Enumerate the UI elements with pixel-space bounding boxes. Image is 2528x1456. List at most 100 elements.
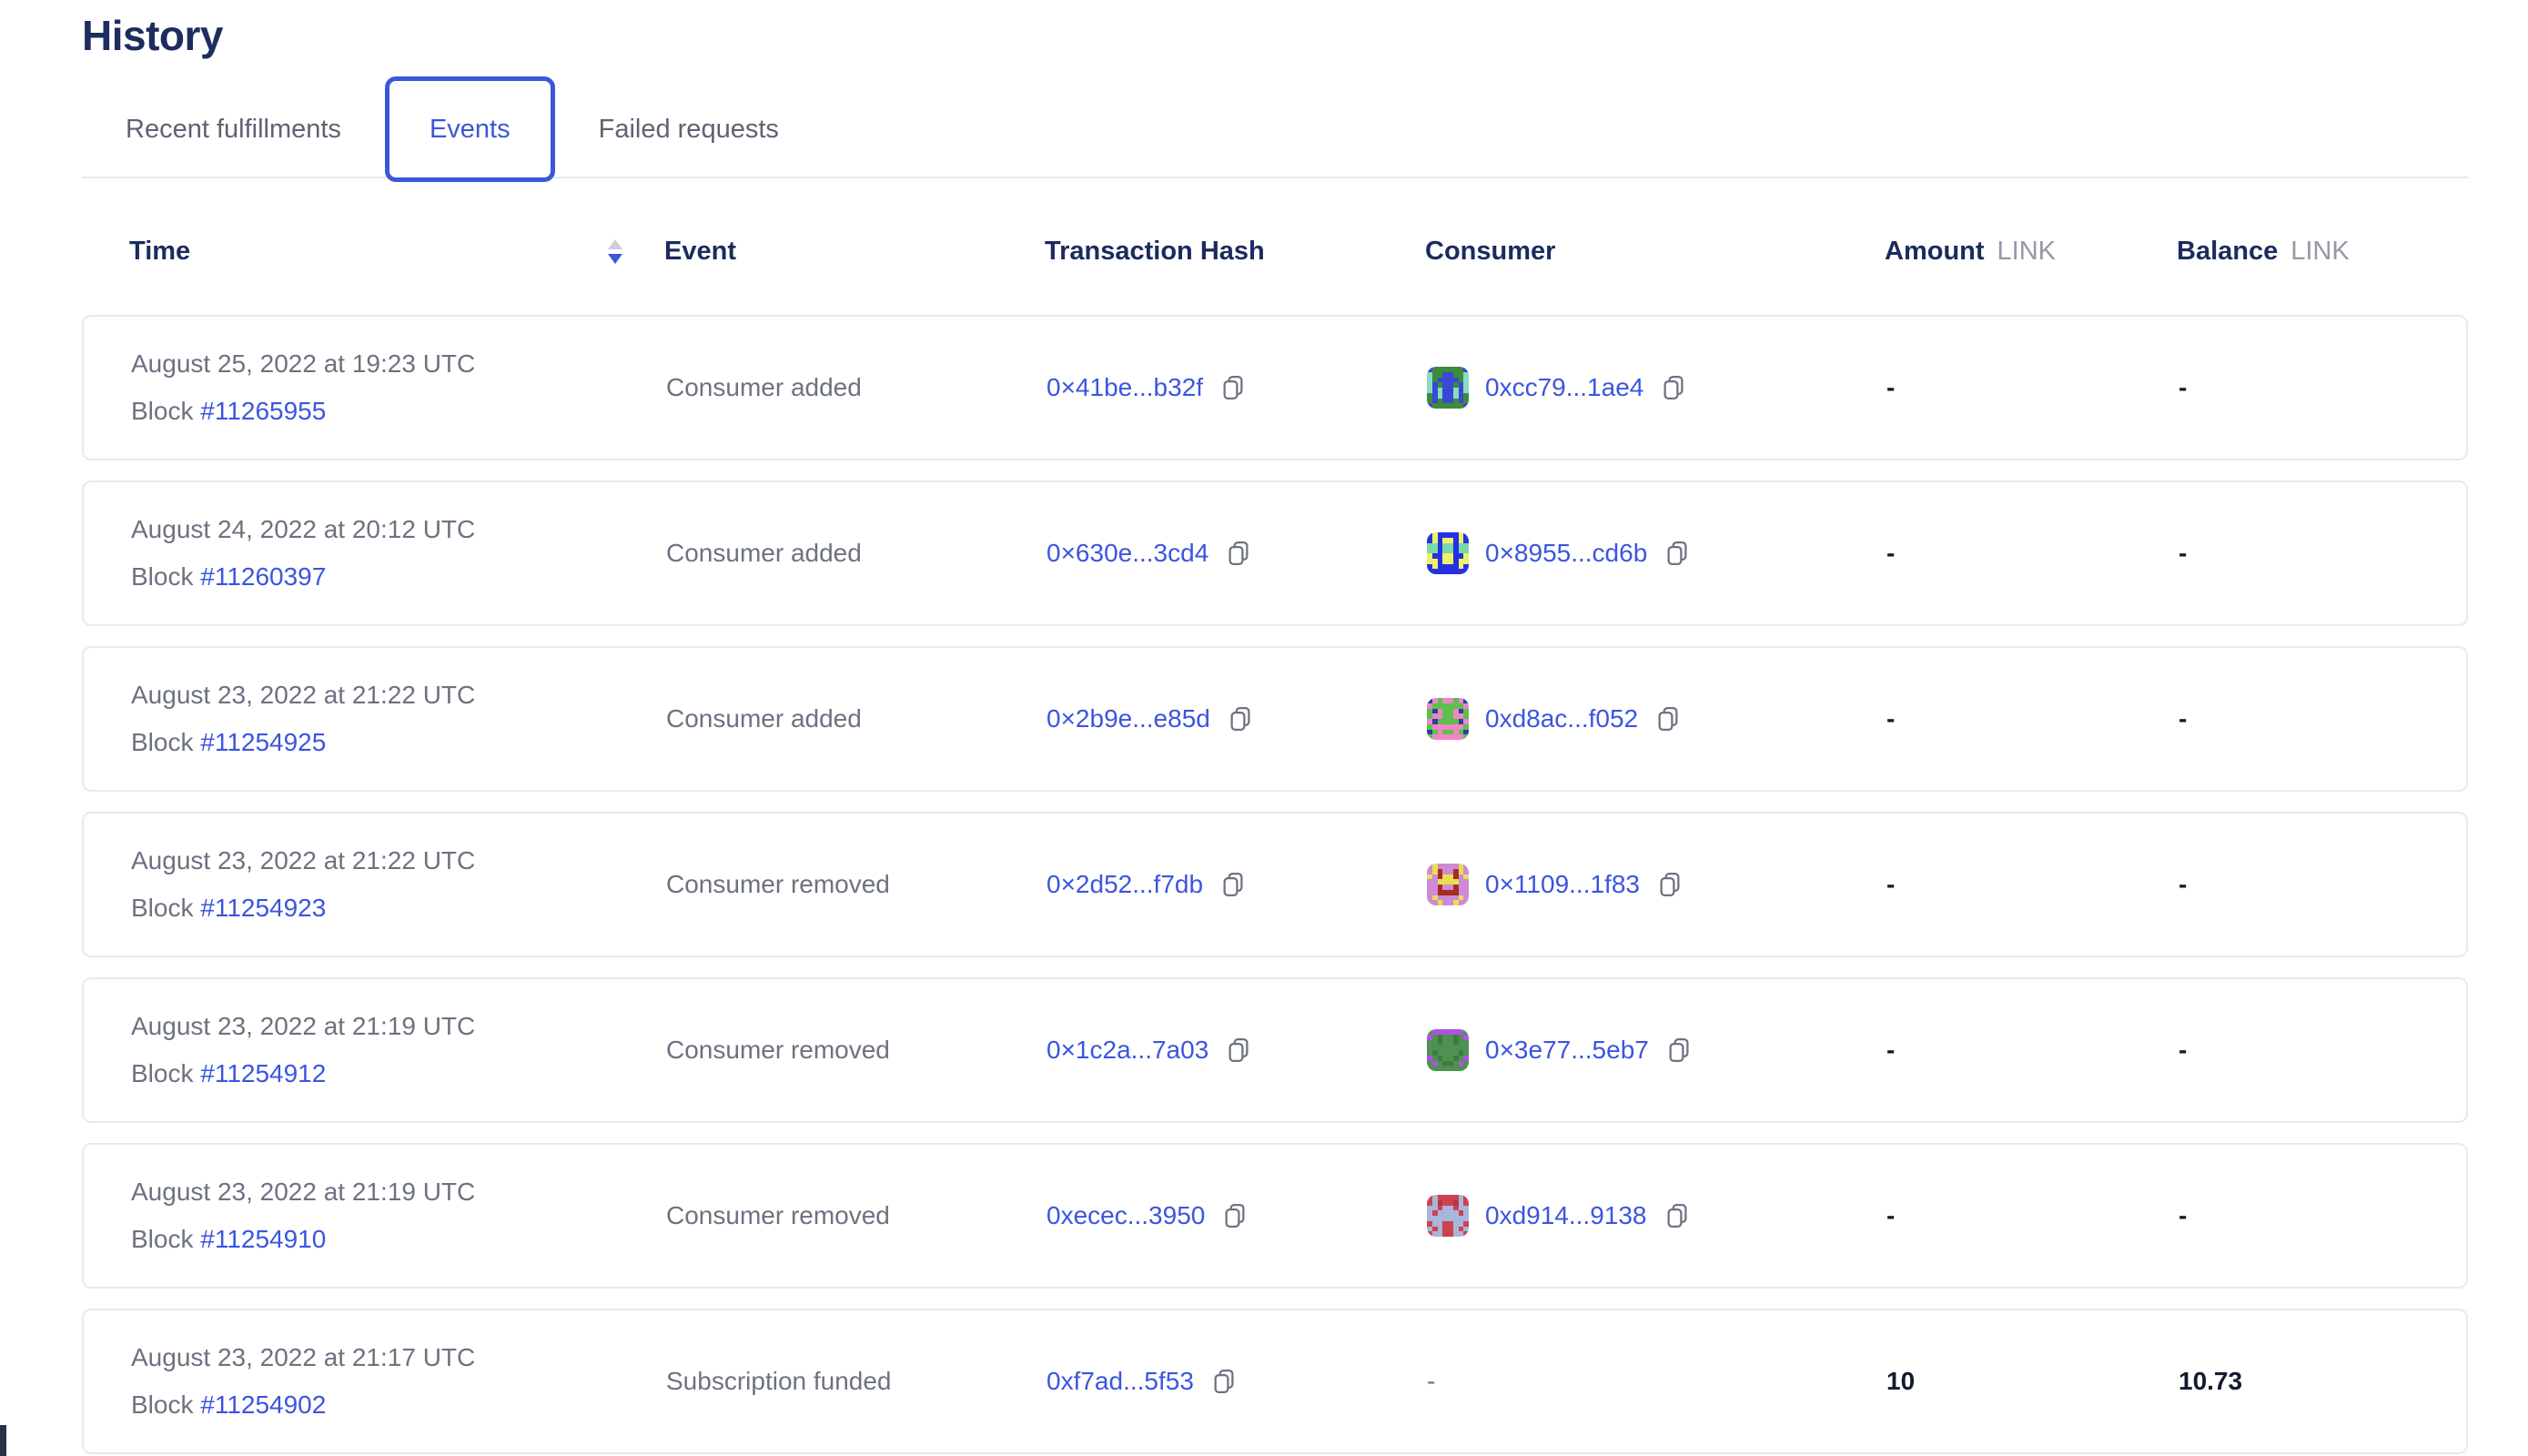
block-number-link[interactable]: #11254923 [200,894,326,922]
column-header-time[interactable]: Time [82,237,664,267]
table-body: August 25, 2022 at 19:23 UTC Block #1126… [82,315,2468,1454]
balance-value: - [2179,539,2466,568]
transaction-hash-cell: 0xecec...3950 [1047,1201,1427,1230]
copy-icon[interactable] [1219,871,1247,898]
event-row: August 23, 2022 at 21:22 UTC Block #1125… [82,646,2468,792]
consumer-avatar [1427,1195,1469,1237]
tab-events[interactable]: Events [385,76,555,182]
block-number-link[interactable]: #11254912 [200,1059,326,1087]
consumer-cell: 0×1109...1f83 [1427,864,1886,905]
block-label: Block [131,1225,193,1253]
transaction-hash-link[interactable]: 0xecec...3950 [1047,1201,1205,1230]
transaction-hash-link[interactable]: 0×41be...b32f [1047,373,1203,402]
copy-icon[interactable] [1654,705,1682,733]
consumer-avatar [1427,532,1469,574]
block-line: Block #11254910 [131,1225,666,1254]
balance-value: - [2179,373,2466,402]
copy-icon[interactable] [1656,871,1684,898]
event-timestamp: August 23, 2022 at 21:22 UTC [131,846,666,875]
copy-icon[interactable] [1227,705,1254,733]
scroll-indicator[interactable] [0,1425,6,1456]
consumer-cell: 0×8955...cd6b [1427,532,1886,574]
copy-icon[interactable] [1665,1036,1693,1064]
table-header: Time Event Transaction Hash Consumer Amo… [82,187,2468,315]
block-line: Block #11260397 [131,562,666,592]
event-type: Consumer removed [666,870,1047,899]
event-timestamp: August 24, 2022 at 20:12 UTC [131,515,666,544]
transaction-hash-cell: 0×41be...b32f [1047,373,1427,402]
copy-icon[interactable] [1225,1036,1252,1064]
transaction-hash-link[interactable]: 0xf7ad...5f53 [1047,1367,1194,1396]
block-label: Block [131,894,193,922]
amount-value: - [1886,373,2179,402]
consumer-avatar [1427,864,1469,905]
block-line: Block #11265955 [131,397,666,426]
column-header-balance: BalanceLINK [2177,237,2468,267]
consumer-cell: 0xcc79...1ae4 [1427,367,1886,409]
balance-unit-label: LINK [2290,237,2349,266]
block-number-link[interactable]: #11265955 [200,397,326,425]
tab-recent-fulfillments[interactable]: Recent fulfillments [126,115,341,145]
column-header-transaction-hash: Transaction Hash [1045,237,1425,267]
copy-icon[interactable] [1210,1368,1238,1395]
copy-icon[interactable] [1225,540,1252,567]
block-number-link[interactable]: #11260397 [200,562,326,591]
consumer-address-link[interactable]: 0×8955...cd6b [1485,539,1647,568]
transaction-hash-link[interactable]: 0×630e...3cd4 [1047,539,1208,568]
consumer-address-link[interactable]: 0xd914...9138 [1485,1201,1647,1230]
time-cell: August 24, 2022 at 20:12 UTC Block #1126… [84,515,666,592]
event-type: Consumer removed [666,1201,1047,1230]
consumer-address-link[interactable]: 0xcc79...1ae4 [1485,373,1643,402]
history-page: History Recent fulfillments Events Faile… [0,0,2528,1454]
copy-icon[interactable] [1219,374,1247,401]
consumer-cell: - [1427,1367,1886,1396]
transaction-hash-cell: 0×2b9e...e85d [1047,704,1427,733]
transaction-hash-link[interactable]: 0×2d52...f7db [1047,870,1203,899]
block-line: Block #11254925 [131,728,666,757]
event-timestamp: August 23, 2022 at 21:19 UTC [131,1012,666,1041]
copy-icon[interactable] [1663,540,1691,567]
amount-value: - [1886,539,2179,568]
amount-value: - [1886,1201,2179,1230]
consumer-cell: 0xd914...9138 [1427,1195,1886,1237]
sort-icon[interactable] [608,239,622,264]
balance-value: - [2179,704,2466,733]
consumer-cell: 0xd8ac...f052 [1427,698,1886,740]
event-row: August 24, 2022 at 20:12 UTC Block #1126… [82,480,2468,626]
column-header-amount: AmountLINK [1885,237,2177,267]
block-label: Block [131,562,193,591]
block-number-link[interactable]: #11254925 [200,728,326,756]
transaction-hash-link[interactable]: 0×2b9e...e85d [1047,704,1210,733]
tab-failed-requests[interactable]: Failed requests [599,115,779,145]
transaction-hash-link[interactable]: 0×1c2a...7a03 [1047,1036,1208,1065]
amount-value: - [1886,704,2179,733]
amount-value: - [1886,870,2179,899]
event-type: Consumer added [666,539,1047,568]
amount-value: - [1886,1036,2179,1065]
consumer-avatar [1427,367,1469,409]
event-row: August 23, 2022 at 21:19 UTC Block #1125… [82,977,2468,1123]
block-line: Block #11254923 [131,894,666,923]
consumer-address-link[interactable]: 0xd8ac...f052 [1485,704,1638,733]
sort-asc-arrow-icon [608,239,622,249]
event-type: Subscription funded [666,1367,1047,1396]
copy-icon[interactable] [1221,1202,1249,1229]
consumer-address-link[interactable]: 0×1109...1f83 [1485,870,1640,899]
balance-value: - [2179,1036,2466,1065]
amount-unit-label: LINK [1997,237,2056,266]
balance-value: - [2179,870,2466,899]
time-cell: August 23, 2022 at 21:17 UTC Block #1125… [84,1343,666,1420]
event-timestamp: August 23, 2022 at 21:22 UTC [131,681,666,710]
block-number-link[interactable]: #11254910 [200,1225,326,1253]
transaction-hash-cell: 0×1c2a...7a03 [1047,1036,1427,1065]
column-header-event: Event [664,237,1045,267]
event-row: August 23, 2022 at 21:22 UTC Block #1125… [82,812,2468,957]
event-type: Consumer removed [666,1036,1047,1065]
consumer-address-link[interactable]: 0×3e77...5eb7 [1485,1036,1649,1065]
copy-icon[interactable] [1660,374,1687,401]
column-header-consumer: Consumer [1425,237,1885,267]
time-cell: August 23, 2022 at 21:22 UTC Block #1125… [84,681,666,757]
copy-icon[interactable] [1663,1202,1691,1229]
block-number-link[interactable]: #11254902 [200,1390,326,1419]
balance-value: 10.73 [2179,1367,2466,1396]
